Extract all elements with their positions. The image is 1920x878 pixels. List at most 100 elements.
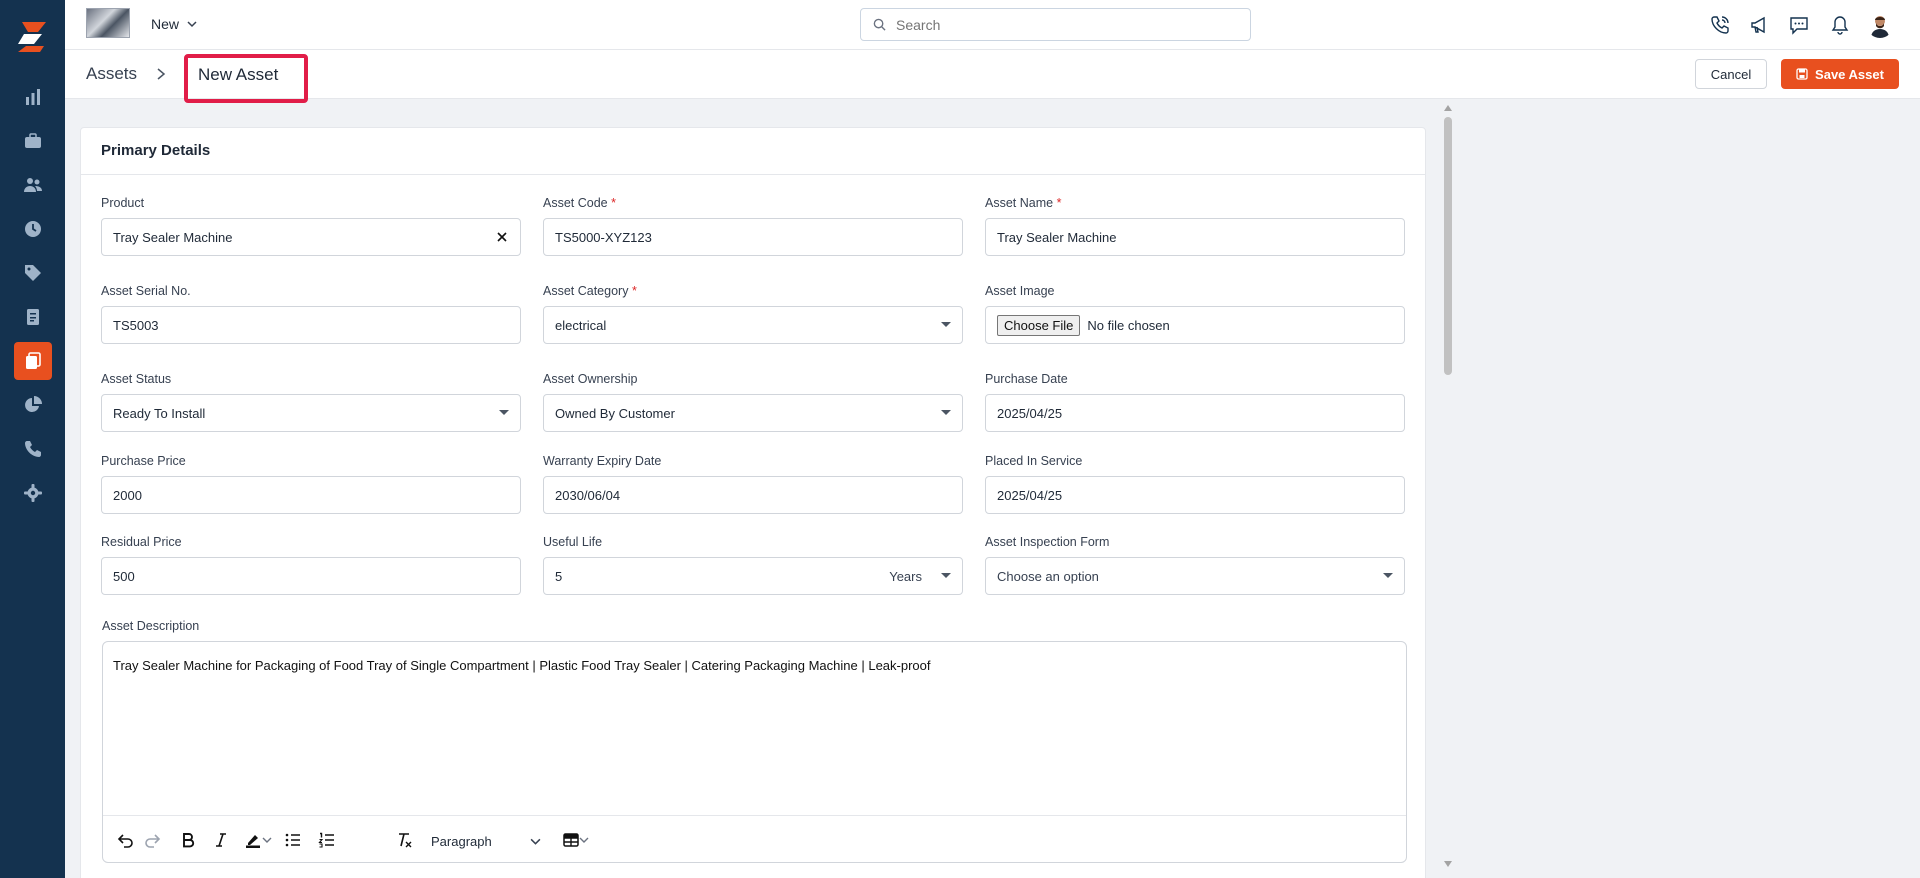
bullet-list-icon[interactable]: [281, 828, 305, 852]
cancel-button[interactable]: Cancel: [1695, 59, 1767, 89]
new-menu-label: New: [151, 16, 180, 32]
sidebar-item-products[interactable]: [14, 254, 52, 292]
placed-in-service-value: 2025/04/25: [997, 487, 1063, 503]
asset-name-value: Tray Sealer Machine: [997, 229, 1117, 245]
gear-icon: [24, 484, 42, 502]
chevron-down-icon[interactable]: [260, 828, 274, 852]
company-thumbnail[interactable]: [86, 8, 130, 38]
tag-icon: [25, 265, 41, 281]
residual-price-input[interactable]: 500: [101, 557, 521, 595]
block-format-select[interactable]: Paragraph: [425, 828, 549, 854]
asset-name-label: Asset Name: [985, 196, 1054, 210]
sidebar-item-reports[interactable]: [14, 386, 52, 424]
asset-category-select[interactable]: electrical: [543, 306, 963, 344]
useful-life-field: Useful Life 5 Years: [543, 535, 963, 595]
dropdown-caret-icon: [941, 322, 951, 327]
search-input[interactable]: [896, 16, 1226, 33]
clear-icon[interactable]: [496, 231, 508, 243]
assets-icon: [26, 352, 41, 369]
warranty-expiry-field: Warranty Expiry Date 2030/06/04: [543, 454, 963, 514]
asset-ownership-select[interactable]: Owned By Customer: [543, 394, 963, 432]
sidebar-item-customers[interactable]: [14, 166, 52, 204]
block-format-value: Paragraph: [431, 833, 492, 849]
page-title: New Asset: [184, 54, 308, 103]
dropdown-caret-icon: [941, 410, 951, 415]
useful-life-unit-select[interactable]: Years: [889, 569, 922, 584]
inspection-form-select[interactable]: Choose an option: [985, 557, 1405, 595]
asset-image-file-input[interactable]: Choose File No file chosen: [985, 306, 1405, 344]
redo-icon[interactable]: [141, 828, 165, 852]
placed-in-service-input[interactable]: 2025/04/25: [985, 476, 1405, 514]
useful-life-label: Useful Life: [543, 535, 603, 549]
sidebar-item-invoices[interactable]: [14, 298, 52, 336]
user-avatar[interactable]: [1867, 12, 1893, 38]
purchase-price-input[interactable]: 2000: [101, 476, 521, 514]
breadcrumb-assets-link[interactable]: Assets: [86, 64, 137, 84]
sidebar-item-dashboard[interactable]: [14, 78, 52, 116]
asset-image-field: Asset Image Choose File No file chosen: [985, 284, 1405, 344]
useful-life-value: 5: [555, 568, 563, 584]
dropdown-caret-icon: [499, 410, 509, 415]
search-icon: [873, 18, 886, 31]
save-asset-button[interactable]: Save Asset: [1781, 59, 1899, 89]
chat-icon[interactable]: [1787, 13, 1811, 37]
sidebar-item-timesheet[interactable]: [14, 210, 52, 248]
asset-image-label: Asset Image: [985, 284, 1055, 298]
clear-formatting-icon[interactable]: [392, 828, 416, 852]
phone-call-icon[interactable]: [1708, 13, 1732, 37]
invoice-icon: [27, 309, 39, 325]
bar-chart-icon: [26, 89, 40, 105]
sidebar-item-assets[interactable]: [14, 342, 52, 380]
sidebar-item-calls[interactable]: [14, 430, 52, 468]
scroll-thumb[interactable]: [1444, 117, 1452, 375]
phone-icon: [25, 441, 41, 457]
app-logo-icon[interactable]: [14, 18, 50, 54]
residual-price-label: Residual Price: [101, 535, 182, 549]
purchase-price-label: Purchase Price: [101, 454, 186, 468]
product-select[interactable]: Tray Sealer Machine: [101, 218, 521, 256]
asset-code-input[interactable]: TS5000-XYZ123: [543, 218, 963, 256]
search-box[interactable]: [860, 8, 1251, 41]
asset-description-editor[interactable]: Tray Sealer Machine for Packaging of Foo…: [102, 641, 1407, 863]
section-title: Primary Details: [81, 128, 1425, 175]
scroll-down-arrow-icon[interactable]: [1444, 861, 1452, 867]
required-marker: *: [611, 196, 616, 210]
asset-name-field: Asset Name * Tray Sealer Machine: [985, 196, 1405, 256]
dropdown-caret-icon: [941, 573, 951, 578]
required-marker: *: [631, 284, 637, 298]
useful-life-input[interactable]: 5 Years: [543, 557, 963, 595]
purchase-date-input[interactable]: 2025/04/25: [985, 394, 1405, 432]
asset-description-text[interactable]: Tray Sealer Machine for Packaging of Foo…: [103, 642, 1406, 689]
save-icon: [1796, 68, 1808, 80]
italic-icon[interactable]: [209, 828, 233, 852]
vertical-scrollbar[interactable]: [1440, 101, 1456, 878]
warranty-expiry-input[interactable]: 2030/06/04: [543, 476, 963, 514]
scroll-up-arrow-icon[interactable]: [1444, 105, 1452, 111]
chevron-down-icon[interactable]: [577, 828, 591, 852]
bell-icon[interactable]: [1828, 13, 1852, 37]
serial-no-label: Asset Serial No.: [101, 284, 191, 298]
save-asset-label: Save Asset: [1815, 66, 1884, 82]
asset-status-select[interactable]: Ready To Install: [101, 394, 521, 432]
asset-category-label: Asset Category: [543, 284, 629, 298]
top-bar: New: [65, 0, 1920, 50]
sidebar-item-settings[interactable]: [14, 474, 52, 512]
undo-icon[interactable]: [113, 828, 137, 852]
megaphone-icon[interactable]: [1747, 13, 1771, 37]
clock-icon: [25, 221, 41, 237]
numbered-list-icon[interactable]: [315, 828, 339, 852]
serial-no-input[interactable]: TS5003: [101, 306, 521, 344]
sidebar-item-jobs[interactable]: [14, 122, 52, 160]
choose-file-button[interactable]: Choose File: [997, 314, 1081, 336]
breadcrumb: Assets New Asset Cancel Save Asset: [65, 50, 1920, 103]
purchase-price-value: 2000: [113, 487, 142, 503]
new-menu-button[interactable]: New: [151, 16, 197, 32]
asset-description-label: Asset Description: [102, 619, 200, 633]
asset-name-input[interactable]: Tray Sealer Machine: [985, 218, 1405, 256]
asset-status-value: Ready To Install: [113, 405, 206, 421]
asset-status-label: Asset Status: [101, 372, 172, 386]
inspection-form-label: Asset Inspection Form: [985, 535, 1110, 549]
primary-details-card: Primary Details Product Tray Sealer Mach…: [80, 127, 1426, 878]
inspection-form-field: Asset Inspection Form Choose an option: [985, 535, 1405, 595]
bold-icon[interactable]: [176, 828, 200, 852]
